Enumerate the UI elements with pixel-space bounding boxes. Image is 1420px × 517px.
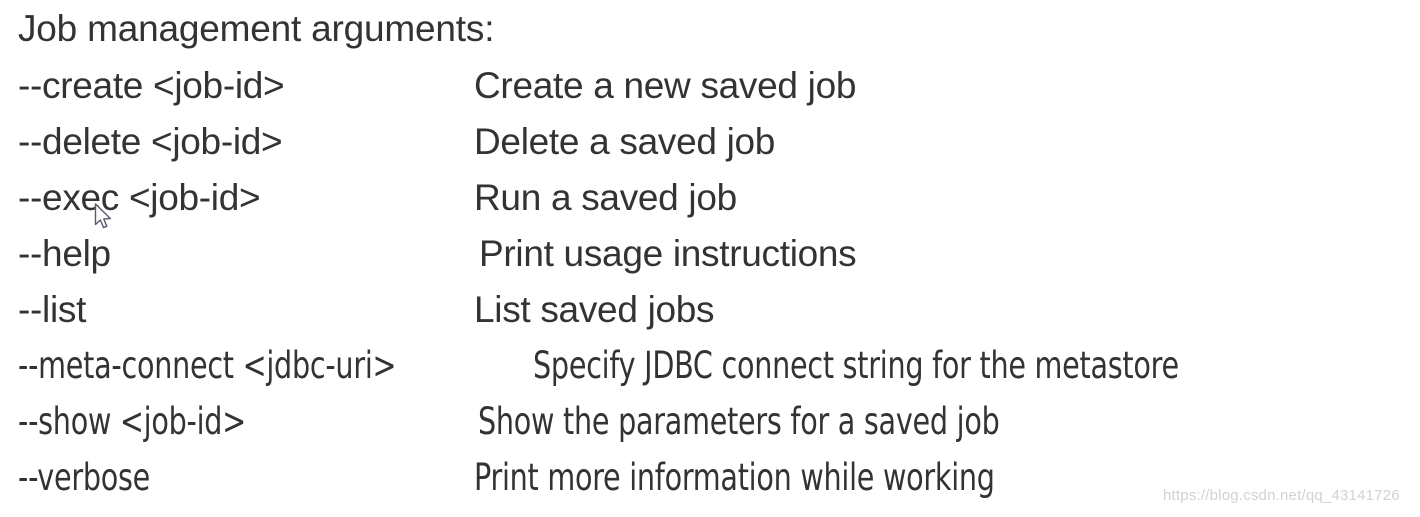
arg-flag: --list (18, 289, 87, 330)
arg-row: --exec <job-id> Run a saved job (0, 170, 1420, 226)
arg-description: Specify JDBC connect string for the meta… (533, 344, 1179, 387)
arg-description: Print usage instructions (479, 233, 857, 274)
arg-row: --create <job-id> Create a new saved job (0, 58, 1420, 114)
arg-row: --list List saved jobs (0, 282, 1420, 338)
arg-flag: --help (18, 233, 111, 274)
arg-description: Print more information while working (474, 456, 995, 499)
csdn-watermark: https://blog.csdn.net/qq_43141726 (1163, 487, 1400, 504)
help-section-title: Job management arguments: (18, 8, 495, 49)
arg-flag: --verbose (18, 456, 151, 499)
arg-flag: --show <job-id> (18, 400, 246, 443)
help-output-panel: Job management arguments: --create <job-… (0, 0, 1420, 517)
arg-description: List saved jobs (474, 289, 715, 330)
arg-description: Create a new saved job (474, 65, 857, 106)
arg-flag: --exec <job-id> (18, 177, 261, 218)
arg-row: --delete <job-id> Delete a saved job (0, 114, 1420, 170)
arg-flag: --create <job-id> (18, 65, 285, 106)
arg-row: --show <job-id> Show the parameters for … (0, 394, 1420, 450)
arg-row: --help Print usage instructions (0, 226, 1420, 282)
arg-description: Delete a saved job (474, 121, 776, 162)
arg-row: --meta-connect <jdbc-uri> Specify JDBC c… (0, 338, 1420, 394)
arg-description: Show the parameters for a saved job (478, 400, 1000, 443)
arg-description: Run a saved job (474, 177, 737, 218)
arg-flag: --delete <job-id> (18, 121, 283, 162)
arg-flag: --meta-connect <jdbc-uri> (18, 344, 397, 387)
